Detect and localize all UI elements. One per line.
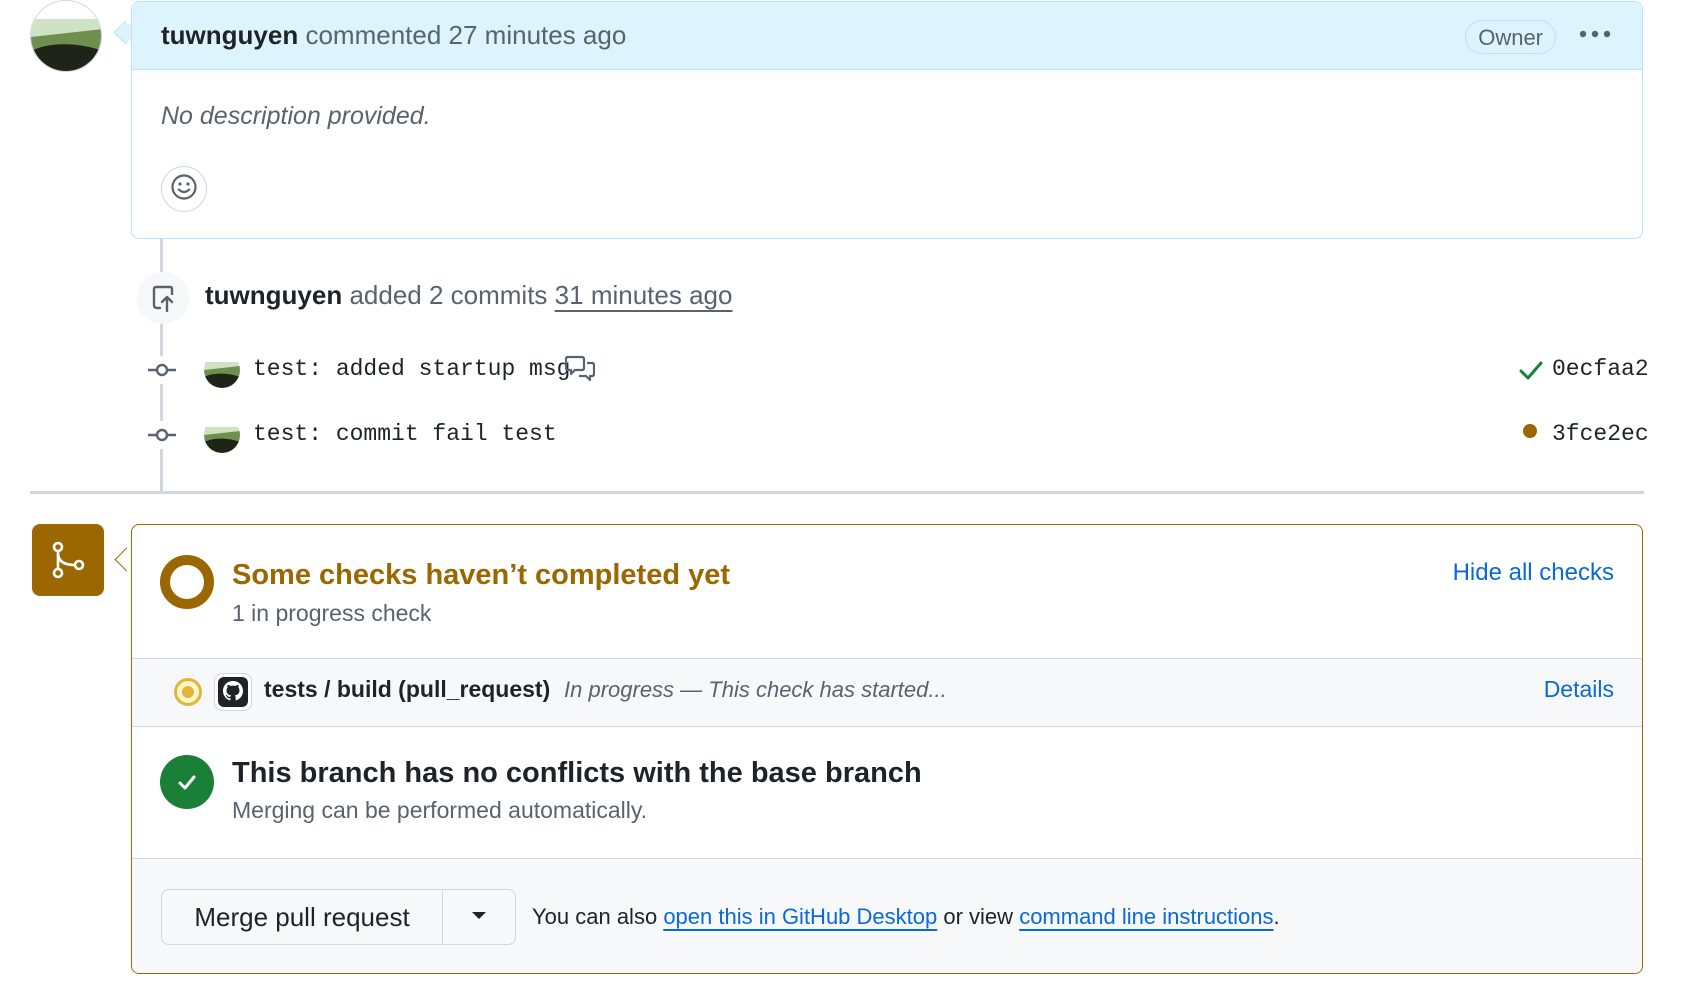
git-commit-icon (148, 421, 176, 449)
check-status-text: In progress — This check has started... (564, 677, 947, 702)
comment-time[interactable]: 27 minutes ago (449, 20, 627, 50)
git-merge-icon (32, 524, 104, 596)
comment-author[interactable]: tuwnguyen (161, 20, 298, 50)
comment-action: commented (305, 20, 442, 50)
push-action: added 2 commits (349, 280, 548, 310)
command-line-instructions-link[interactable]: command line instructions (1019, 904, 1273, 929)
comment-discussion-icon[interactable] (564, 354, 596, 387)
merge-box: Some checks haven’t completed yet 1 in p… (131, 524, 1643, 974)
push-author[interactable]: tuwnguyen (205, 280, 342, 310)
comment-header: tuwnguyen commented 27 minutes ago Owner (132, 2, 1642, 70)
status-pending-dot-icon[interactable] (1523, 424, 1537, 438)
check-name: tests / build (pull_request) (264, 676, 551, 702)
hide-all-checks-link[interactable]: Hide all checks (1453, 559, 1614, 587)
alt-middle: or view (943, 904, 1014, 929)
check-details-link[interactable]: Details (1544, 676, 1614, 703)
in-progress-icon (174, 678, 202, 706)
comment-byline: tuwnguyen commented 27 minutes ago (161, 20, 626, 51)
repo-push-icon (137, 272, 189, 324)
checks-pending-icon (160, 555, 214, 609)
merge-pull-request-button[interactable]: Merge pull request (161, 889, 443, 945)
owner-badge: Owner (1465, 20, 1556, 54)
smiley-icon (170, 173, 198, 206)
commit-sha[interactable]: 3fce2ec (1552, 421, 1649, 447)
merge-alternatives-text: You can also open this in GitHub Desktop… (532, 904, 1280, 930)
github-logo-icon (214, 673, 252, 711)
open-github-desktop-link[interactable]: open this in GitHub Desktop (663, 904, 937, 929)
check-success-icon[interactable] (1518, 357, 1544, 388)
commit-sha[interactable]: 0ecfaa2 (1552, 356, 1649, 382)
check-item-row: tests / build (pull_request) In progress… (132, 658, 1642, 727)
comment-card: tuwnguyen commented 27 minutes ago Owner… (131, 1, 1643, 239)
push-event-text: tuwnguyen added 2 commits 31 minutes ago (205, 280, 732, 311)
timeline-separator (30, 491, 1644, 494)
commit-author-avatar[interactable] (204, 352, 240, 388)
alt-suffix: . (1273, 904, 1280, 929)
kebab-horizontal-icon[interactable] (1578, 14, 1612, 46)
commit-message[interactable]: test: added startup msg (253, 356, 570, 382)
checks-title: Some checks haven’t completed yet (232, 559, 731, 591)
comment-author-avatar[interactable] (30, 0, 102, 72)
alt-prefix: You can also (532, 904, 658, 929)
commit-author-avatar[interactable] (204, 417, 240, 453)
checks-subtitle: 1 in progress check (232, 600, 432, 626)
merge-method-dropdown-button[interactable] (442, 889, 516, 945)
conflicts-subtitle: Merging can be performed automatically. (232, 797, 648, 823)
push-time[interactable]: 31 minutes ago (555, 280, 733, 310)
conflicts-title: This branch has no conflicts with the ba… (232, 757, 922, 789)
comment-description: No description provided. (161, 102, 431, 130)
git-commit-icon (148, 356, 176, 384)
merge-actions: Merge pull request You can also open thi… (132, 858, 1642, 973)
triangle-down-icon (471, 908, 487, 926)
commit-message[interactable]: test: commit fail test (253, 421, 557, 447)
check-circle-icon (160, 755, 214, 809)
add-reaction-button[interactable] (161, 166, 207, 212)
